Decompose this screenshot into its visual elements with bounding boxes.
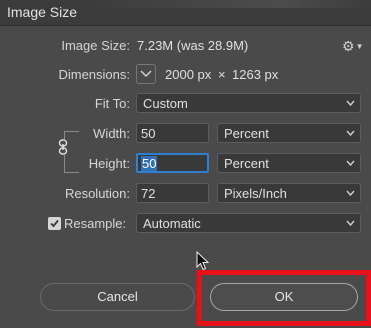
dimensions-width: 2000 px	[165, 67, 212, 82]
dimensions-label: Dimensions:	[58, 67, 130, 82]
chevron-down-icon	[346, 130, 355, 136]
height-input[interactable]: 50	[136, 153, 209, 173]
constrain-proportions-button[interactable]	[56, 139, 70, 155]
fit-to-select[interactable]: Custom	[136, 93, 361, 113]
dimensions-separator: ×	[218, 67, 226, 82]
chevron-down-icon	[346, 220, 355, 226]
caret-down-icon: ▼	[355, 42, 364, 52]
fit-to-value: Custom	[143, 96, 188, 111]
resolution-label: Resolution:	[64, 186, 130, 201]
chevron-down-icon	[346, 160, 355, 166]
width-unit-select[interactable]: Percent	[217, 123, 361, 143]
resolution-value: 72	[141, 186, 156, 201]
dimensions-menu-button[interactable]	[136, 64, 156, 84]
height-unit-select[interactable]: Percent	[217, 153, 361, 173]
gear-icon: ⚙	[342, 38, 355, 54]
height-unit: Percent	[224, 156, 269, 171]
height-value: 50	[141, 156, 158, 171]
width-input[interactable]: 50	[136, 123, 209, 143]
width-unit: Percent	[224, 126, 269, 141]
chevron-down-icon	[346, 190, 355, 196]
link-icon	[58, 139, 68, 155]
image-size-label: Image Size:	[61, 38, 130, 53]
resolution-input[interactable]: 72	[136, 183, 209, 203]
cancel-button[interactable]: Cancel	[40, 283, 195, 311]
image-size-value: 7.23M (was 28.9M)	[137, 38, 249, 53]
resample-label: Resample:	[64, 216, 127, 231]
title-bar: Image Size	[0, 0, 371, 26]
window-title: Image Size	[7, 4, 78, 20]
resample-checkbox[interactable]	[48, 217, 61, 230]
highlight-box	[197, 270, 371, 326]
resample-select[interactable]: Automatic	[136, 213, 361, 233]
fit-to-label: Fit To:	[94, 96, 130, 111]
resolution-unit-select[interactable]: Pixels/Inch	[217, 183, 361, 203]
mouse-pointer-icon	[196, 251, 210, 271]
checkmark-icon	[50, 219, 59, 228]
chevron-down-icon	[140, 70, 152, 78]
title-bar-background	[71, 0, 371, 8]
resample-value: Automatic	[143, 216, 201, 231]
dimensions-height: 1263 px	[232, 67, 279, 82]
height-label: Height:	[88, 156, 130, 171]
chevron-down-icon	[346, 100, 355, 106]
width-value: 50	[141, 126, 156, 141]
width-label: Width:	[93, 126, 130, 141]
settings-gear-button[interactable]: ⚙▼	[342, 38, 364, 54]
resolution-unit: Pixels/Inch	[224, 186, 287, 201]
